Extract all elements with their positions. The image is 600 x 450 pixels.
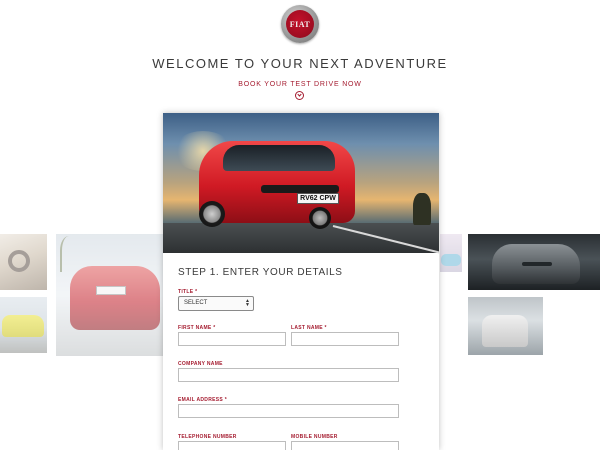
title-select[interactable]: SELECT ▲ ▼ (178, 296, 254, 311)
gallery-red-convertible-image (56, 234, 164, 356)
gallery-blue-car-image (440, 234, 462, 272)
fiat-logo: FIAT (281, 5, 319, 43)
page-headline: WELCOME TO YOUR NEXT ADVENTURE (152, 56, 448, 71)
email-label: EMAIL ADDRESS * (178, 397, 227, 403)
book-test-drive-link[interactable]: BOOK YOUR TEST DRIVE NOW (0, 81, 600, 88)
first-name-label: FIRST NAME * (178, 325, 216, 331)
select-arrows-icon: ▲ ▼ (245, 298, 250, 308)
telephone-input[interactable] (178, 441, 286, 450)
fiat-logo-badge: FIAT (286, 10, 314, 38)
chevron-down-circle-icon[interactable] (295, 91, 304, 100)
hero-red-car-image: RV62 CPW (163, 113, 439, 254)
company-name-input[interactable] (178, 368, 399, 382)
first-name-input[interactable] (178, 332, 286, 346)
last-name-input[interactable] (291, 332, 399, 346)
test-drive-form-card: RV62 CPW STEP 1. ENTER YOUR DETAILS TITL… (163, 113, 439, 450)
gallery-yellow-car-image (0, 297, 47, 353)
gallery-grey-car-image (468, 234, 600, 290)
gallery-interior-steering-image (0, 234, 47, 290)
company-name-label: COMPANY NAME (178, 361, 223, 367)
mobile-label: MOBILE NUMBER (291, 434, 338, 440)
telephone-label: TELEPHONE NUMBER (178, 434, 237, 440)
step-title: STEP 1. ENTER YOUR DETAILS (178, 267, 343, 278)
gallery-interior-seats-image (468, 297, 543, 355)
mobile-input[interactable] (291, 441, 399, 450)
title-label: TITLE * (178, 289, 198, 295)
title-select-value: SELECT (184, 300, 208, 306)
fiat-logo-text: FIAT (289, 19, 311, 29)
email-input[interactable] (178, 404, 399, 418)
last-name-label: LAST NAME * (291, 325, 327, 331)
license-plate: RV62 CPW (297, 193, 339, 204)
